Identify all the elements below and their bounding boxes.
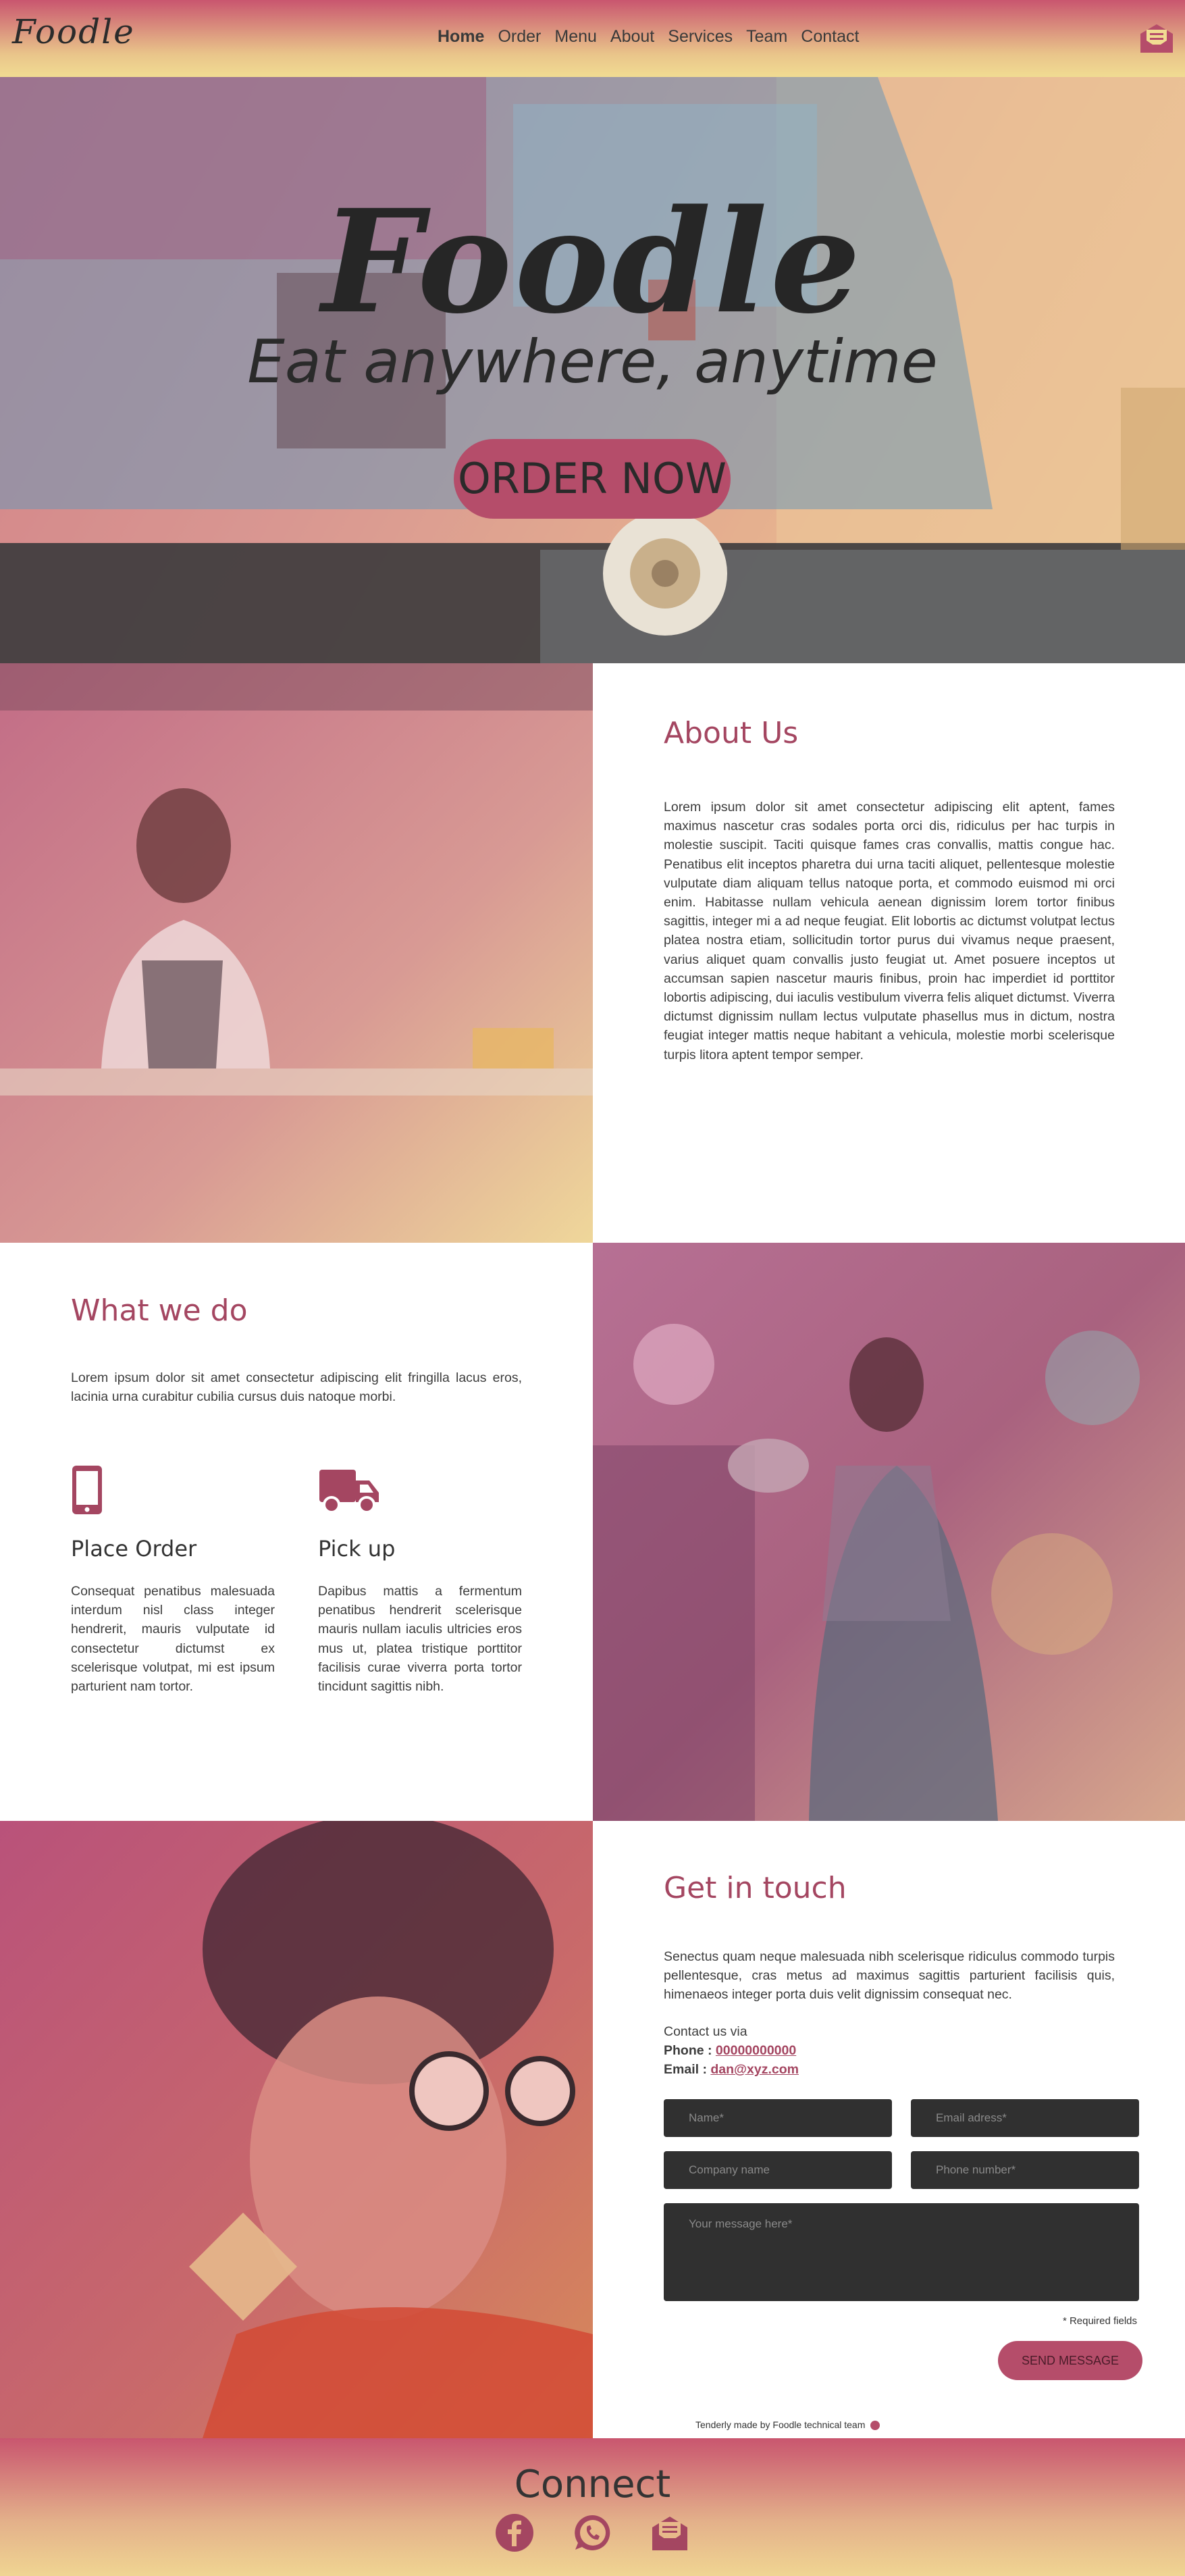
nav-item-contact[interactable]: Contact (801, 27, 859, 47)
heart-icon (870, 2421, 880, 2431)
feature-title-place-order: Place Order (71, 1536, 197, 1562)
feature-title-pick-up: Pick up (318, 1536, 396, 1562)
feature-body-pick-up: Dapibus mattis a fermentum penatibus hen… (318, 1584, 522, 1695)
whatsapp-icon[interactable] (573, 2513, 613, 2553)
credit-text: Tenderly made by Foodle technical team (695, 2419, 866, 2430)
customer-photo (593, 1243, 1185, 1821)
nav-item-team[interactable]: Team (746, 27, 787, 47)
mail-icon[interactable] (650, 2513, 690, 2553)
phone-link[interactable]: 00000000000 (716, 2043, 796, 2058)
nav-item-order[interactable]: Order (498, 27, 541, 47)
order-now-button[interactable]: ORDER NOW (454, 439, 731, 519)
facebook-icon[interactable] (494, 2513, 535, 2553)
hero-subtitle: Eat anywhere, anytime (247, 327, 938, 396)
navbar: Foodle Home Order Menu About Services Te… (0, 0, 1185, 77)
contact-intro: Senectus quam neque malesuada nibh scele… (664, 1949, 1115, 2003)
feature-pick-up: Pick up Dapibus mattis a fermentum penat… (318, 1464, 522, 1696)
message-field[interactable]: Your message here* (664, 2203, 1139, 2301)
footer: Connect (0, 2438, 1185, 2576)
contact-via: Contact us via (664, 2024, 747, 2039)
feature-body-place-order: Consequat penatibus malesuada interdum n… (71, 1584, 275, 1695)
feature-place-order: Place Order Consequat penatibus malesuad… (71, 1464, 275, 1696)
phone-icon (72, 1466, 102, 1514)
phone-label: Phone : (664, 2042, 712, 2058)
nav-item-home[interactable]: Home (438, 27, 484, 47)
name-field[interactable]: Name* (664, 2099, 892, 2137)
hero-title: Foodle (321, 178, 864, 345)
send-message-button[interactable]: SEND MESSAGE (998, 2341, 1142, 2380)
footer-title: Connect (514, 2463, 671, 2506)
contact-email-line: Email : dan@xyz.com (664, 2060, 1115, 2079)
about-photo (0, 663, 593, 1243)
about-body: Lorem ipsum dolor sit amet consectetur a… (664, 800, 1115, 1062)
nav-item-about[interactable]: About (610, 27, 654, 47)
what-title: What we do (71, 1293, 248, 1328)
hero-section: Foodle Eat anywhere, anytime ORDER NOW (0, 77, 1185, 663)
about-section: About Us Lorem ipsum dolor sit amet cons… (664, 716, 1115, 1064)
contact-section: Get in touch Senectus quam neque malesua… (664, 1871, 1115, 2079)
company-field[interactable]: Company name (664, 2151, 892, 2189)
email-field[interactable]: Email adress* (911, 2099, 1139, 2137)
nav-item-menu[interactable]: Menu (554, 27, 597, 47)
email-link[interactable]: dan@xyz.com (710, 2062, 799, 2077)
contact-title: Get in touch (664, 1871, 847, 1905)
what-we-do-section: What we do Lorem ipsum dolor sit amet co… (71, 1293, 522, 1406)
email-label: Email : (664, 2062, 707, 2078)
required-note: * Required fields (1062, 2315, 1137, 2327)
about-title: About Us (664, 716, 799, 750)
phone-field[interactable]: Phone number* (911, 2151, 1139, 2189)
mail-icon[interactable] (1138, 22, 1175, 55)
portrait-photo (0, 1821, 593, 2438)
logo[interactable]: Foodle (12, 12, 135, 51)
nav-menu: Home Order Menu About Services Team Cont… (438, 27, 859, 47)
credit-line: Tenderly made by Foodle technical team (695, 2419, 880, 2431)
nav-item-services[interactable]: Services (668, 27, 733, 47)
what-intro: Lorem ipsum dolor sit amet consectetur a… (71, 1370, 522, 1405)
truck-icon (319, 1470, 379, 1514)
contact-phone-line: Phone : 00000000000 (664, 2041, 1115, 2060)
